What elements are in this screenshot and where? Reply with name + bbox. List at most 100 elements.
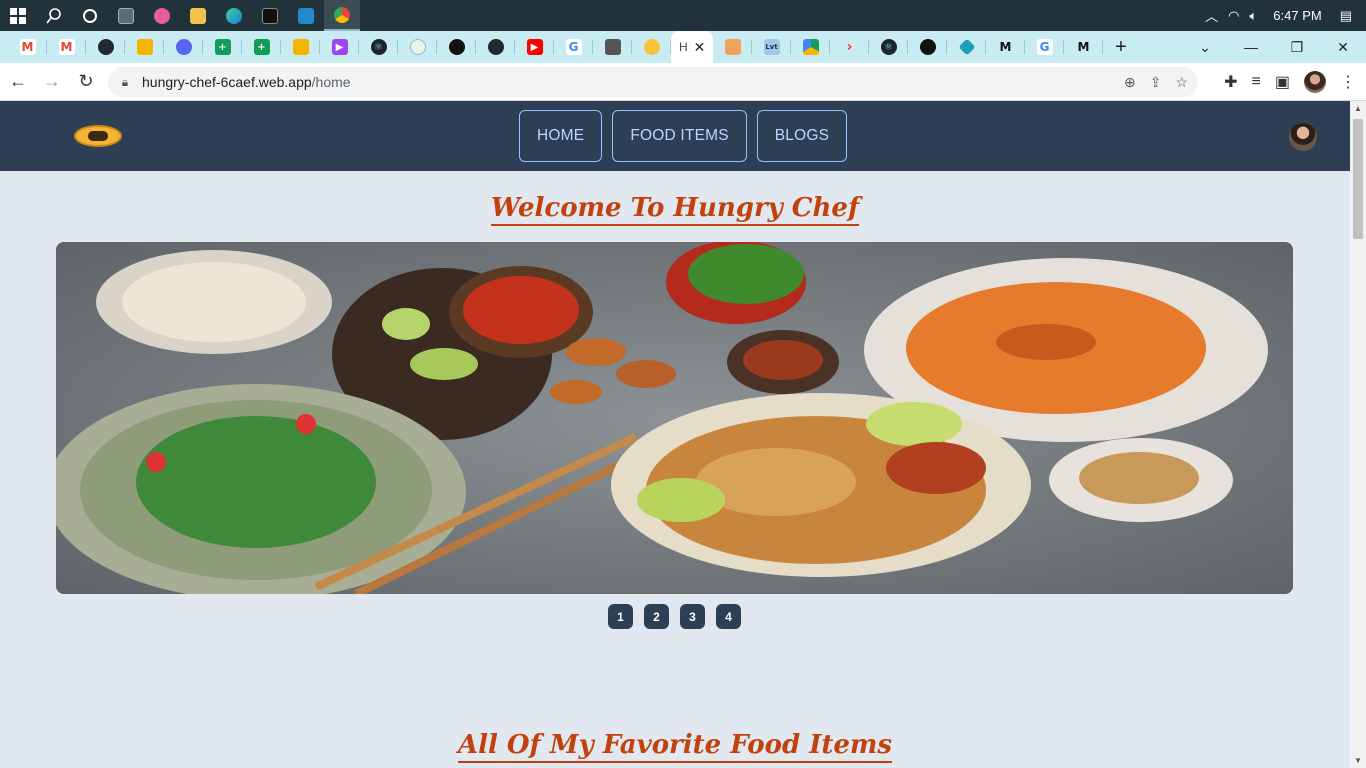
- tab-slides-1[interactable]: [125, 31, 164, 63]
- back-arrow-icon[interactable]: ←: [2, 66, 34, 98]
- video-icon: ▶: [331, 39, 348, 55]
- media-player-icon[interactable]: [144, 0, 180, 31]
- profile-avatar[interactable]: [1304, 71, 1326, 93]
- tab-sheets-1[interactable]: +: [203, 31, 242, 63]
- hungry-chef-logo[interactable]: [74, 125, 122, 147]
- tab-lvt[interactable]: Lvt: [752, 31, 791, 63]
- globe-icon: [919, 39, 936, 55]
- calculator-icon[interactable]: [108, 0, 144, 31]
- nav-blogs-link[interactable]: BLOGS: [756, 110, 848, 162]
- address-bar[interactable]: 🔒︎ hungry-chef-6caef.web.app/home ⊕ ⇪ ☆: [108, 67, 1198, 97]
- vscode-icon[interactable]: [288, 0, 324, 31]
- terminal-icon[interactable]: [252, 0, 288, 31]
- tab-search-chevron-icon[interactable]: ⌄: [1182, 31, 1228, 63]
- arrow-icon: ›: [846, 39, 853, 55]
- lvt-icon: Lvt: [763, 39, 780, 55]
- site-navbar: HOME FOOD ITEMS BLOGS: [0, 101, 1350, 171]
- gmail-icon: M: [58, 39, 75, 55]
- tab-sheets-2[interactable]: +: [242, 31, 281, 63]
- carousel-page-4-button[interactable]: 4: [716, 604, 741, 629]
- restore-button[interactable]: ❐: [1274, 31, 1320, 63]
- react-icon: ⚛: [370, 39, 387, 55]
- drive-icon: [802, 39, 819, 55]
- tab-m-2[interactable]: M: [1064, 31, 1103, 63]
- minimize-button[interactable]: —: [1228, 31, 1274, 63]
- share-icon[interactable]: ⇪: [1150, 74, 1162, 91]
- chrome-icon[interactable]: [324, 0, 360, 31]
- search-icon[interactable]: [36, 0, 72, 31]
- scrollbar-thumb[interactable]: [1353, 119, 1363, 239]
- graduation-cap-icon: [604, 39, 621, 55]
- user-avatar[interactable]: [1289, 123, 1317, 151]
- side-panel-icon[interactable]: ▣: [1275, 72, 1290, 92]
- page-scrollbar[interactable]: ▲ ▼: [1350, 101, 1366, 768]
- carousel-page-3-button[interactable]: 3: [680, 604, 705, 629]
- tab-gmail-2[interactable]: M: [47, 31, 86, 63]
- tab-youtube[interactable]: ▶: [515, 31, 554, 63]
- tab-google-2[interactable]: G: [1025, 31, 1064, 63]
- tab-google-1[interactable]: G: [554, 31, 593, 63]
- tab-hungry-chef[interactable]: H ✕: [671, 31, 713, 63]
- tab-gmail-1[interactable]: M: [8, 31, 47, 63]
- more-menu-icon[interactable]: ⋮: [1340, 72, 1356, 92]
- notifications-icon[interactable]: ▤: [1340, 8, 1352, 24]
- forward-arrow-icon[interactable]: →: [36, 66, 68, 98]
- react-icon: ⚛: [880, 39, 897, 55]
- web-page: HOME FOOD ITEMS BLOGS Welcome To Hungry …: [0, 101, 1350, 768]
- tab-fish[interactable]: [713, 31, 752, 63]
- favorites-heading: All Of My Favorite Food Items: [457, 730, 893, 763]
- tab-video[interactable]: ▶: [320, 31, 359, 63]
- edge-icon[interactable]: [216, 0, 252, 31]
- tab-react-1[interactable]: ⚛: [359, 31, 398, 63]
- slides-icon: [136, 39, 153, 55]
- fish-icon: [724, 39, 741, 55]
- tab-discord[interactable]: [164, 31, 203, 63]
- wifi-icon[interactable]: ◠: [1228, 8, 1239, 24]
- lock-icon[interactable]: 🔒︎: [108, 75, 142, 90]
- diamond-icon: [958, 38, 975, 56]
- new-tab-button[interactable]: +: [1103, 31, 1139, 63]
- nav-food-items-link[interactable]: FOOD ITEMS: [612, 110, 747, 162]
- tab-slides-2[interactable]: [281, 31, 320, 63]
- tab-drive[interactable]: [791, 31, 830, 63]
- zoom-icon[interactable]: ⊕: [1124, 74, 1136, 91]
- tab-globe-2[interactable]: [908, 31, 947, 63]
- sheets-icon: +: [214, 39, 231, 55]
- nav-home-link[interactable]: HOME: [519, 110, 603, 162]
- tab-github-2[interactable]: [476, 31, 515, 63]
- google-icon: G: [1036, 39, 1053, 55]
- extensions-puzzle-icon[interactable]: ✚: [1224, 72, 1237, 92]
- chevron-up-icon[interactable]: ︿: [1205, 6, 1218, 25]
- scroll-up-arrow-icon[interactable]: ▲: [1354, 104, 1362, 113]
- windows-start-icon[interactable]: [0, 0, 36, 31]
- tab-course[interactable]: [593, 31, 632, 63]
- tab-react-2[interactable]: ⚛: [869, 31, 908, 63]
- tab-m-1[interactable]: M: [986, 31, 1025, 63]
- github-icon: [97, 39, 114, 55]
- tab-github-1[interactable]: [86, 31, 125, 63]
- m-logo-icon: M: [1077, 40, 1090, 54]
- tab-arrow[interactable]: ›: [830, 31, 869, 63]
- close-window-button[interactable]: ✕: [1320, 31, 1366, 63]
- reload-icon[interactable]: ↻: [70, 66, 102, 98]
- system-clock[interactable]: 6:47 PM: [1273, 8, 1321, 23]
- windows-taskbar: ︿ ◠ 🔈︎ 6:47 PM ▤: [0, 0, 1366, 31]
- google-icon: G: [565, 39, 582, 55]
- tab-globe-1[interactable]: [437, 31, 476, 63]
- carousel-page-2-button[interactable]: 2: [644, 604, 669, 629]
- tab-sun[interactable]: [632, 31, 671, 63]
- volume-icon[interactable]: 🔈︎: [1249, 8, 1257, 24]
- close-tab-icon[interactable]: ✕: [694, 39, 706, 56]
- tab-web-1[interactable]: [398, 31, 437, 63]
- file-explorer-icon[interactable]: [180, 0, 216, 31]
- bookmark-star-icon[interactable]: ☆: [1175, 74, 1188, 91]
- sun-icon: [643, 39, 660, 55]
- discord-icon: [175, 39, 192, 55]
- carousel-page-1-button[interactable]: 1: [608, 604, 633, 629]
- tab-title: H: [679, 40, 688, 54]
- tab-diamond[interactable]: [947, 31, 986, 63]
- scroll-down-arrow-icon[interactable]: ▼: [1354, 756, 1362, 765]
- media-queue-icon[interactable]: ≡: [1252, 73, 1261, 91]
- tab-strip: M M + + ▶ ⚛ ▶ G H ✕ Lvt › ⚛ M G M + ⌄ — …: [0, 31, 1366, 63]
- cortana-icon[interactable]: [72, 0, 108, 31]
